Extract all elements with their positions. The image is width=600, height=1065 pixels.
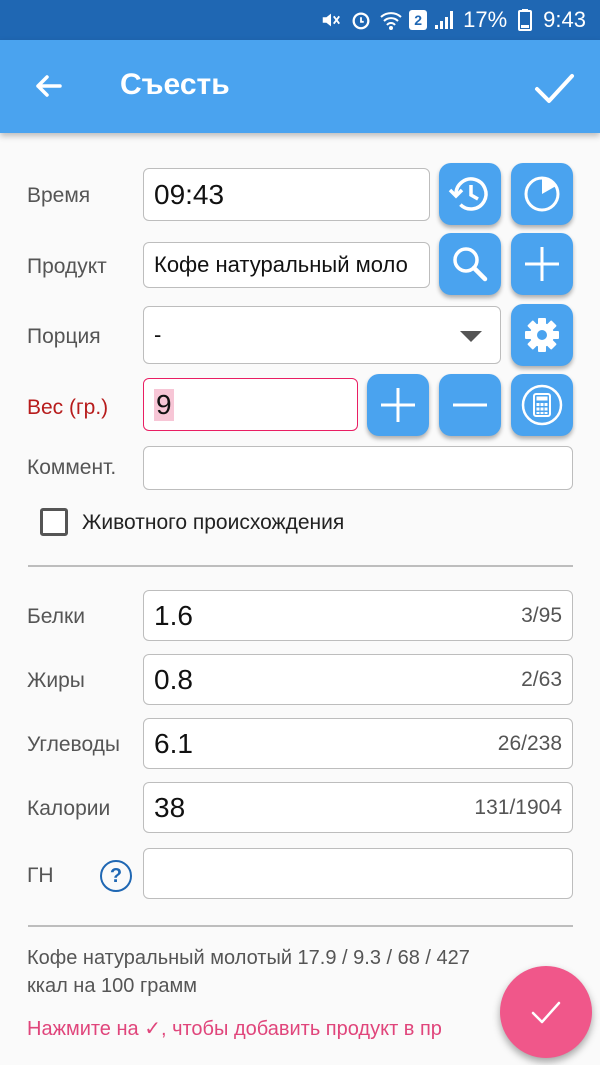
clock-icon: [524, 176, 560, 212]
clock: 9:43: [543, 7, 586, 32]
portion-label: Порция: [27, 325, 101, 348]
comment-field[interactable]: [143, 446, 573, 490]
product-value: Кофе натуральный моло: [154, 252, 408, 277]
app-bar: Съесть: [0, 40, 600, 133]
decrease-weight-button[interactable]: [439, 374, 501, 436]
sim-badge: 2: [414, 12, 423, 28]
history-icon: [448, 177, 488, 211]
carbs-field[interactable]: 6.1 26/238: [143, 718, 573, 769]
calculator-button[interactable]: [511, 374, 573, 436]
help-icon[interactable]: ?: [100, 860, 132, 892]
fat-value: 0.8: [154, 663, 193, 695]
status-bar: 2 17% 9:43: [0, 0, 600, 40]
battery-percent: 17%: [463, 7, 508, 32]
time-picker-button[interactable]: [511, 163, 573, 225]
mute-icon: [319, 8, 343, 32]
portion-value: -: [154, 322, 162, 347]
calories-label: Калории: [27, 797, 111, 820]
weight-value: 9: [154, 388, 174, 421]
divider: [28, 565, 573, 567]
arrow-left-icon: [36, 75, 62, 97]
confirm-button[interactable]: [530, 64, 578, 112]
product-label: Продукт: [27, 255, 107, 278]
carbs-label: Углеводы: [27, 733, 121, 756]
hint-text: Нажмите на ✓, чтобы добавить продукт в п…: [27, 1018, 442, 1040]
weight-label: Вес (гр.): [27, 396, 109, 419]
animal-origin-checkbox[interactable]: [40, 508, 68, 536]
time-value: 09:43: [154, 178, 225, 210]
product-info-line1: Кофе натуральный молотый 17.9 / 9.3 / 68…: [27, 947, 470, 969]
minus-icon: [453, 403, 487, 407]
sim-icon: 2: [409, 10, 428, 30]
gl-field[interactable]: [143, 848, 573, 899]
divider: [28, 925, 573, 927]
status-icons: 2 17% 9:43: [319, 6, 586, 34]
protein-value: 1.6: [154, 599, 193, 631]
portion-select[interactable]: -: [143, 306, 501, 364]
check-icon: [535, 74, 574, 103]
time-label: Время: [27, 184, 91, 207]
back-button[interactable]: [26, 64, 70, 108]
fat-label: Жиры: [27, 669, 85, 692]
protein-total: 3/95: [521, 603, 562, 627]
wifi-icon: [379, 8, 403, 32]
carbs-total: 26/238: [497, 731, 562, 755]
portion-settings-button[interactable]: [511, 304, 573, 366]
calories-field[interactable]: 38 131/1904: [143, 782, 573, 833]
protein-field[interactable]: 1.6 3/95: [143, 590, 573, 641]
alarm-icon: [349, 8, 373, 32]
battery-icon: [513, 8, 537, 32]
plus-icon: [525, 247, 559, 281]
fat-field[interactable]: 0.8 2/63: [143, 654, 573, 705]
signal-icon: [433, 8, 457, 32]
history-button[interactable]: [439, 163, 501, 225]
chevron-down-icon: [460, 331, 482, 342]
carbs-value: 6.1: [154, 727, 193, 759]
increase-weight-button[interactable]: [367, 374, 429, 436]
gl-label: ГН: [27, 864, 54, 887]
check-icon: [531, 1001, 561, 1024]
page-title: Съесть: [120, 68, 230, 101]
calories-value: 38: [154, 791, 186, 823]
time-field[interactable]: 09:43: [143, 168, 430, 221]
comment-label: Коммент.: [27, 456, 117, 479]
add-product-button[interactable]: [511, 233, 573, 295]
calories-total: 131/1904: [474, 795, 562, 819]
product-field[interactable]: Кофе натуральный моло: [143, 242, 430, 288]
gear-icon: [525, 318, 559, 352]
protein-label: Белки: [27, 605, 85, 628]
weight-field[interactable]: 9: [143, 378, 358, 431]
product-info: Кофе натуральный молотый 17.9 / 9.3 / 68…: [27, 944, 470, 1000]
product-info-line2: ккал на 100 грамм: [27, 975, 197, 997]
search-icon: [453, 247, 488, 282]
plus-icon: [381, 388, 415, 422]
calculator-icon: [521, 384, 563, 426]
add-fab-button[interactable]: [500, 966, 592, 1058]
animal-origin-label[interactable]: Животного происхождения: [82, 511, 344, 535]
fat-total: 2/63: [521, 667, 562, 691]
search-product-button[interactable]: [439, 233, 501, 295]
